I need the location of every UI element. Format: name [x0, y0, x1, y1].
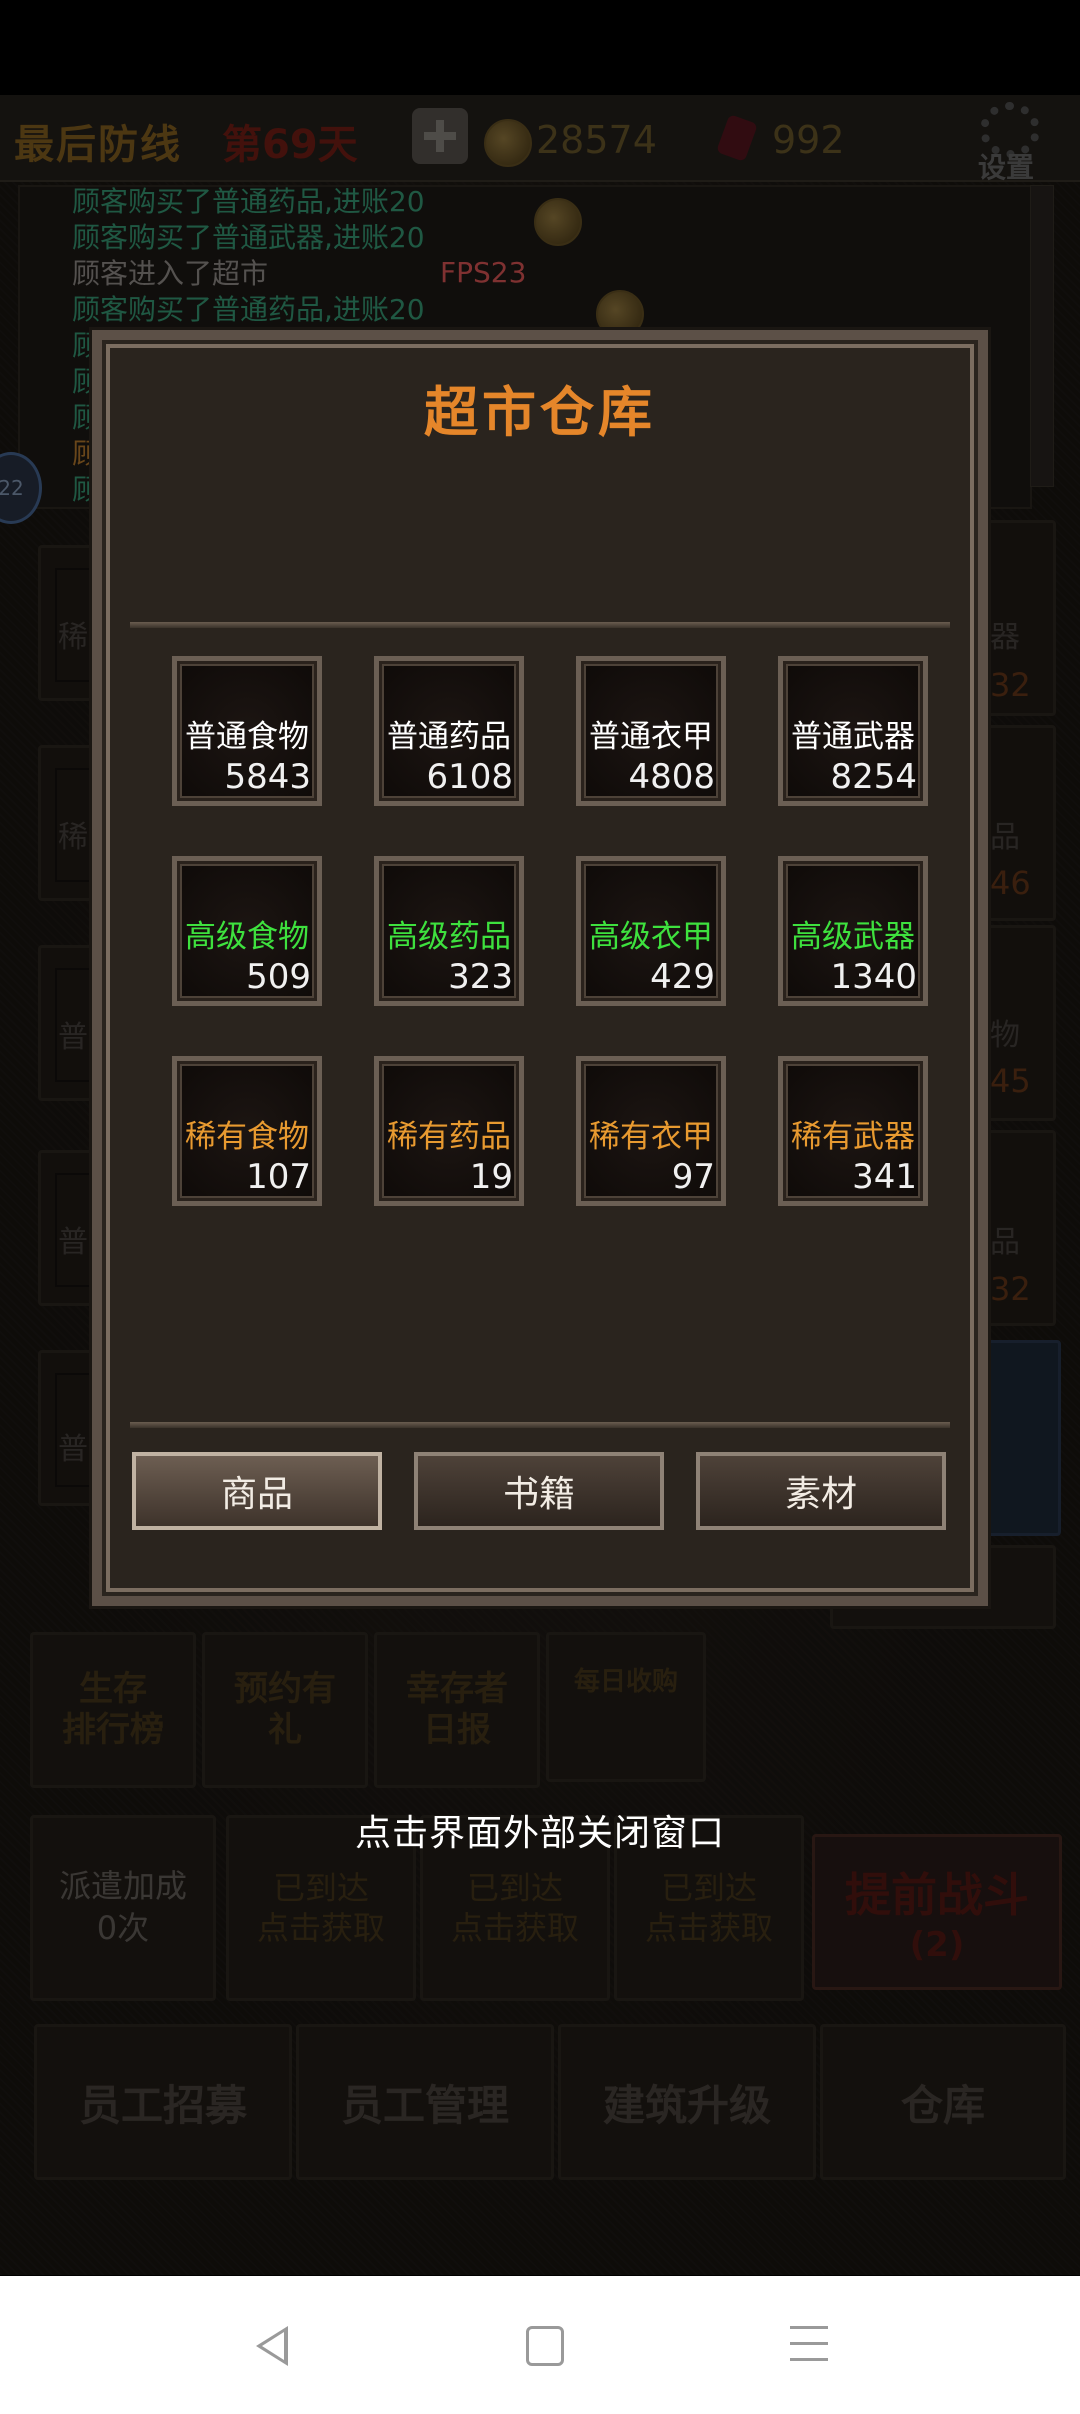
item-name: 稀有食物: [185, 1119, 309, 1155]
item-slot[interactable]: 稀有药品 19: [374, 1056, 524, 1206]
item-name: 普通衣甲: [589, 719, 713, 755]
tab-materials[interactable]: 素材: [696, 1452, 946, 1530]
item-name: 高级药品: [387, 919, 511, 955]
home-icon[interactable]: [526, 2326, 564, 2366]
item-slot[interactable]: 稀有衣甲 97: [576, 1056, 726, 1206]
item-slot[interactable]: 普通武器 8254: [778, 656, 928, 806]
item-count: 19: [469, 1157, 513, 1197]
item-count: 5843: [224, 757, 311, 797]
item-name: 稀有武器: [791, 1119, 915, 1155]
item-slot[interactable]: 普通衣甲 4808: [576, 656, 726, 806]
item-name: 普通药品: [387, 719, 511, 755]
item-slot[interactable]: 普通药品 6108: [374, 656, 524, 806]
item-slot[interactable]: 普通食物 5843: [172, 656, 322, 806]
item-count: 97: [671, 1157, 715, 1197]
tab-materials-label: 素材: [784, 1474, 857, 1515]
tab-books-label: 书籍: [502, 1474, 575, 1515]
item-count: 6108: [426, 757, 513, 797]
item-name: 高级食物: [185, 919, 309, 955]
tab-goods[interactable]: 商品: [132, 1452, 382, 1530]
item-name: 高级衣甲: [589, 919, 713, 955]
item-count: 1340: [830, 957, 917, 997]
item-count: 8254: [830, 757, 917, 797]
item-name: 普通食物: [185, 719, 309, 755]
back-icon-inner: [262, 2332, 284, 2360]
item-slot[interactable]: 稀有食物 107: [172, 1056, 322, 1206]
tab-books[interactable]: 书籍: [414, 1452, 664, 1530]
close-hint: 点击界面外部关闭窗口: [354, 1813, 725, 1854]
status-bar: [0, 0, 1080, 95]
item-name: 高级武器: [791, 919, 915, 955]
item-count: 341: [852, 1157, 917, 1197]
item-count: 429: [650, 957, 715, 997]
item-count: 509: [246, 957, 311, 997]
warehouse-modal: 超市仓库 普通食物 5843 普通药品 6108 普通衣甲 4808 普通武器 8254 高级食…: [92, 330, 988, 1606]
item-name: 普通武器: [791, 719, 915, 755]
item-slot[interactable]: 高级衣甲 429: [576, 856, 726, 1006]
item-name: 稀有衣甲: [589, 1119, 713, 1155]
item-count: 323: [448, 957, 513, 997]
item-count: 4808: [628, 757, 715, 797]
recent-apps-icon[interactable]: [790, 2326, 828, 2374]
item-slot[interactable]: 高级药品 323: [374, 856, 524, 1006]
item-count: 107: [246, 1157, 311, 1197]
modal-divider: [130, 1422, 950, 1428]
modal-title: 超市仓库: [424, 381, 656, 444]
item-slot[interactable]: 稀有武器 341: [778, 1056, 928, 1206]
modal-divider: [130, 622, 950, 628]
item-slot[interactable]: 高级食物 509: [172, 856, 322, 1006]
item-slot[interactable]: 高级武器 1340: [778, 856, 928, 1006]
tab-goods-label: 商品: [220, 1474, 293, 1515]
item-name: 稀有药品: [387, 1119, 511, 1155]
